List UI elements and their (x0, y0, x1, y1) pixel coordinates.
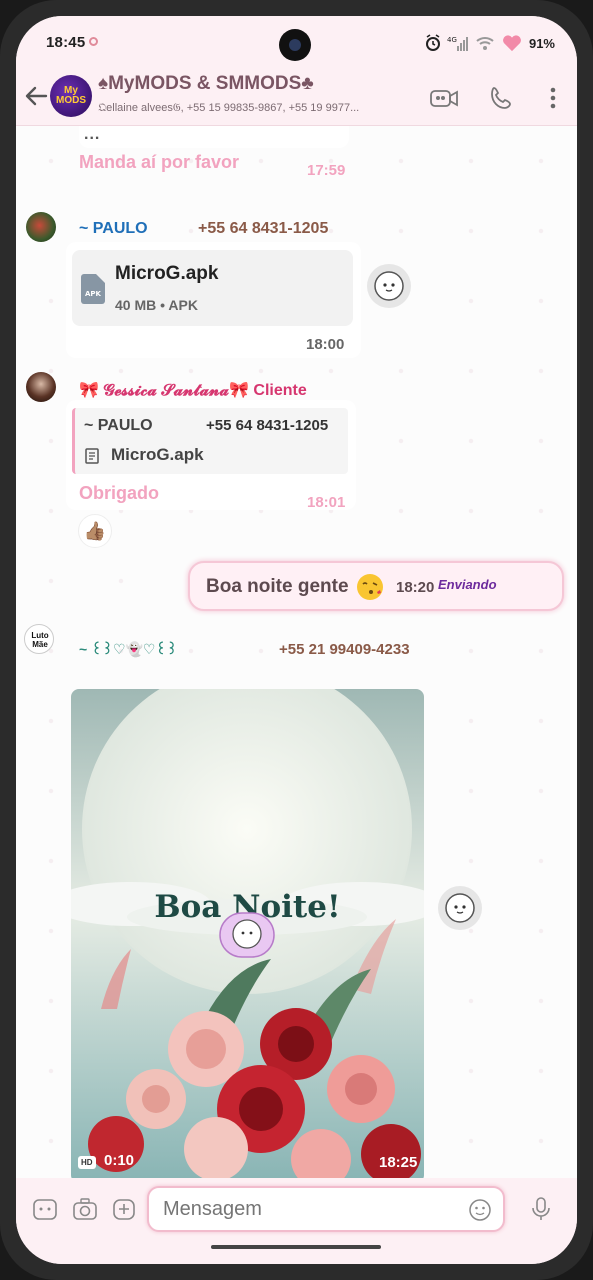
image-attachment[interactable]: Boa Noite! HD 0:10 18:25 (71, 689, 424, 1178)
sender-phone[interactable]: +55 64 8431-1205 (198, 220, 328, 238)
message-time: 18:25 (379, 1154, 418, 1171)
message-time: 18:01 (307, 494, 346, 511)
message-time: 18:00 (306, 336, 345, 353)
forward-button[interactable] (438, 886, 482, 930)
avatar[interactable]: Luto Mãe (24, 624, 54, 654)
quoted-phone: +55 64 8431-1205 (206, 417, 329, 434)
truncated-text: ... (84, 126, 101, 143)
emoji-icon[interactable] (467, 1197, 493, 1223)
message-text: Obrigado (79, 483, 159, 503)
status-icons: 4G 91% (425, 31, 555, 55)
quoted-document-name: MicroG.apk (111, 445, 204, 464)
group-title[interactable]: ♠MyMODS & SMMODS♣ (98, 73, 314, 95)
signal-icon: 4G (447, 36, 468, 51)
avatar[interactable] (26, 372, 56, 402)
video-duration: 0:10 (104, 1152, 135, 1169)
apk-file-icon: APK (81, 274, 105, 304)
message-input[interactable] (163, 1198, 453, 1221)
sheep-sticker-icon (445, 893, 475, 923)
avatar[interactable] (26, 212, 56, 242)
voice-call-icon[interactable] (486, 82, 518, 114)
kiss-emoji-icon (357, 574, 383, 600)
forward-button[interactable] (367, 264, 411, 308)
message-time: 17:59 (307, 162, 346, 179)
group-avatar[interactable]: My MODS (50, 75, 92, 117)
message-time: 18:20 (396, 579, 435, 596)
heart-battery-icon (503, 35, 521, 52)
group-avatar-text: My MODS (56, 85, 86, 106)
microphone-icon[interactable] (526, 1194, 556, 1224)
document-meta: 40 MB • APK (115, 297, 198, 313)
more-options-icon[interactable] (537, 82, 569, 114)
back-arrow-icon[interactable] (22, 82, 50, 110)
status-time: 18:45 (46, 34, 86, 51)
document-attachment[interactable]: APK MicroG.apk 40 MB • APK (72, 250, 353, 326)
document-icon (85, 448, 99, 464)
camera-icon[interactable] (70, 1194, 100, 1224)
phone-frame: 18:45 4G 91% My MODS ♠MyMODS & SMMODS♣ 𝔔… (0, 0, 593, 1280)
video-call-icon[interactable] (428, 82, 460, 114)
outgoing-message-bubble[interactable]: Boa noite gente 18:20 Enviando (188, 561, 564, 611)
group-members[interactable]: 𝔔ellaine alvees𝔊, +55 15 99835-9867, +55… (98, 102, 408, 115)
message-bubble-partial[interactable] (79, 126, 349, 148)
chat-header: My MODS ♠MyMODS & SMMODS♣ 𝔔ellaine alvee… (16, 68, 577, 126)
chat-area[interactable]: ... Manda aí por favor 17:59 ~ PAULO +55… (16, 126, 577, 1178)
sender-name[interactable]: ~ PAULO (79, 220, 148, 238)
message-input-bar (16, 1178, 577, 1264)
avatar-text: Luto Mãe (31, 631, 49, 649)
front-camera (279, 29, 311, 61)
alarm-icon (425, 34, 440, 51)
hd-badge: HD (78, 1156, 96, 1169)
sheep-sticker-icon (374, 271, 404, 301)
message-text: Boa noite gente (206, 576, 349, 597)
message-text: Manda aí por favor (79, 152, 240, 172)
sheep-sticker-icon (219, 912, 275, 958)
svg-text:APK: APK (85, 290, 102, 298)
sticker-icon[interactable] (30, 1194, 60, 1224)
reaction-badge[interactable]: 👍🏽 (78, 514, 112, 548)
message-status: Enviando (438, 577, 497, 592)
quoted-sender: ~ PAULO (84, 417, 153, 434)
home-indicator[interactable] (211, 1245, 381, 1249)
document-name: MicroG.apk (115, 263, 219, 284)
attachment-icon[interactable] (109, 1194, 139, 1224)
status-bar: 18:45 4G 91% (16, 16, 577, 68)
wifi-icon (476, 37, 494, 50)
quoted-message[interactable]: ~ PAULO +55 64 8431-1205 MicroG.apk (72, 408, 348, 474)
message-input-container[interactable] (147, 1186, 505, 1232)
battery-level: 91% (528, 35, 555, 51)
svg-text:4G: 4G (447, 36, 457, 44)
screen: 18:45 4G 91% My MODS ♠MyMODS & SMMODS♣ 𝔔… (16, 16, 577, 1264)
sender-name[interactable]: 🎀 𝓖𝓮𝓼𝓼𝓲𝓬𝓪 𝓢𝓪𝓷𝓽𝓪𝓷𝓪🎀 Cliente (79, 380, 307, 400)
screen-record-icon (89, 37, 98, 46)
